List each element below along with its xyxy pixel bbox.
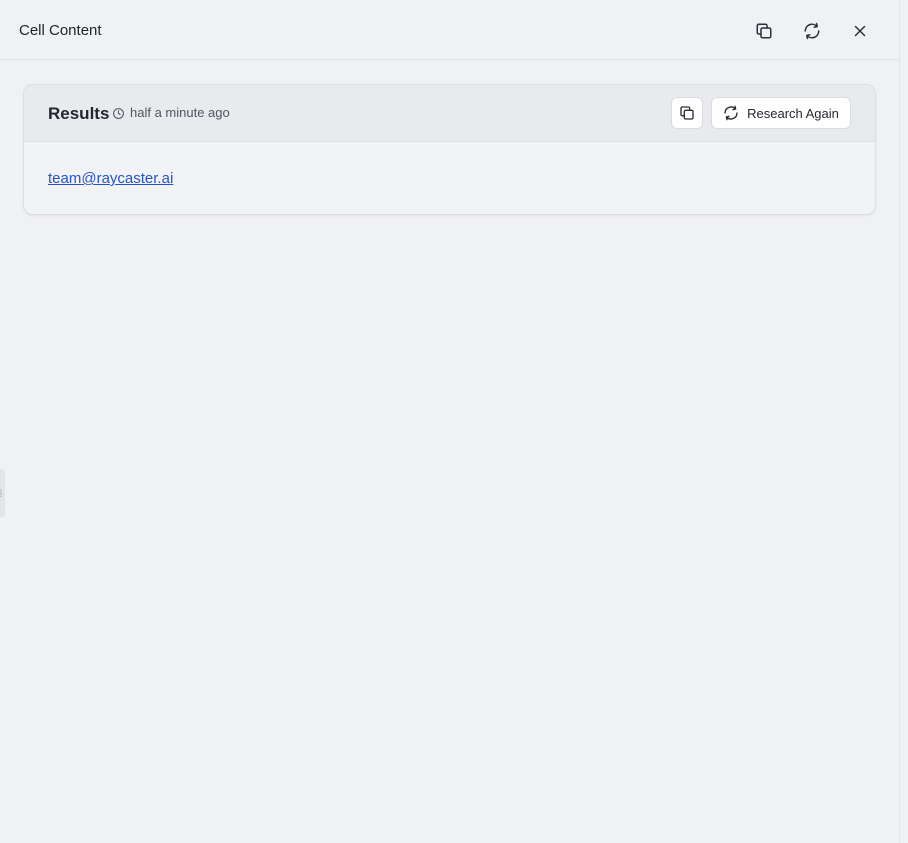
timestamp-text: half a minute ago <box>130 105 230 120</box>
copy-icon <box>756 23 772 39</box>
results-card: Results half a minute ago Research Again… <box>23 84 876 215</box>
refresh-icon <box>804 22 820 40</box>
cell-content-panel: Cell Content Results half a minute ago R… <box>0 0 900 843</box>
results-title: Results <box>48 104 110 123</box>
refresh-icon <box>724 105 738 121</box>
copy-result-button[interactable] <box>671 97 703 129</box>
panel-header: Cell Content <box>0 0 900 60</box>
refresh-button[interactable] <box>798 17 826 45</box>
resize-handle[interactable] <box>0 469 5 517</box>
close-button[interactable] <box>846 17 874 45</box>
copy-icon <box>680 106 694 120</box>
result-email-link[interactable]: team@raycaster.ai <box>48 170 173 187</box>
research-again-button[interactable]: Research Again <box>711 97 851 129</box>
panel-title: Cell Content <box>19 22 102 39</box>
results-card-header: Results half a minute ago Research Again <box>24 85 875 142</box>
research-again-label: Research Again <box>747 105 839 121</box>
clock-icon <box>113 107 124 119</box>
copy-button[interactable] <box>750 17 778 45</box>
close-icon <box>854 25 866 37</box>
results-timestamp: half a minute ago <box>112 105 230 121</box>
